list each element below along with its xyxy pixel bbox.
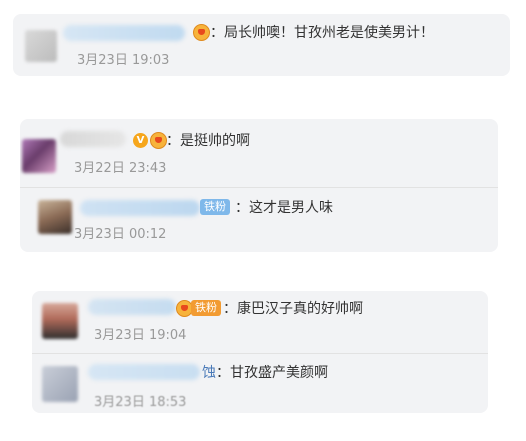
comment-text: ：这才是男人味 <box>235 200 333 216</box>
comment-text: ：康巴汉子真的好帅啊 <box>223 301 363 317</box>
comment-item: 蚀：甘孜盛产美颜啊 3月23日 18:53 <box>32 354 488 413</box>
comment-card-1: ：局长帅噢！甘孜州老是使美男计！ 3月23日 19:03 <box>13 14 510 76</box>
avatar[interactable] <box>42 303 78 339</box>
comment-body: ：甘孜盛产美颜啊 <box>216 365 328 381</box>
avatar[interactable] <box>42 366 78 402</box>
username-blurred[interactable] <box>63 25 185 41</box>
avatar[interactable] <box>38 200 72 234</box>
username-blurred[interactable] <box>88 364 200 380</box>
comment-text: 蚀：甘孜盛产美颜啊 <box>202 364 328 382</box>
username-blurred[interactable] <box>60 131 126 147</box>
comment-time: 3月23日 19:04 <box>94 328 187 343</box>
comment-item: V ：是挺帅的啊 3月22日 23:43 <box>20 119 498 185</box>
username-blurred[interactable] <box>88 299 176 315</box>
iron-fan-badge: 铁粉 <box>191 300 221 316</box>
comment-time: 3月22日 23:43 <box>74 161 167 176</box>
username-tail[interactable]: 蚀 <box>202 365 216 381</box>
comment-card-3: 铁粉 ：康巴汉子真的好帅啊 3月23日 19:04 蚀：甘孜盛产美颜啊 3月23… <box>32 291 488 413</box>
avatar[interactable] <box>25 30 57 62</box>
avatar[interactable] <box>22 139 56 173</box>
comment-text: ：是挺帅的啊 <box>166 133 250 149</box>
fan-badge-icon <box>150 132 167 149</box>
fan-badge-icon <box>193 24 210 41</box>
verified-icon: V <box>133 133 148 148</box>
username-blurred[interactable] <box>80 200 200 216</box>
comment-item: 铁粉 ：康巴汉子真的好帅啊 3月23日 19:04 <box>32 291 488 353</box>
comment-text: ：局长帅噢！甘孜州老是使美男计！ <box>210 25 434 41</box>
comment-time: 3月23日 19:03 <box>77 53 170 68</box>
comment-time: 3月23日 00:12 <box>74 227 167 242</box>
comment-item: 铁粉 ：这才是男人味 3月23日 00:12 <box>20 188 498 252</box>
comment-item: ：局长帅噢！甘孜州老是使美男计！ 3月23日 19:03 <box>13 14 510 76</box>
iron-fan-badge: 铁粉 <box>200 199 230 215</box>
comment-time: 3月23日 18:53 <box>94 395 187 410</box>
comment-card-2: V ：是挺帅的啊 3月22日 23:43 铁粉 ：这才是男人味 3月23日 00… <box>20 119 498 252</box>
